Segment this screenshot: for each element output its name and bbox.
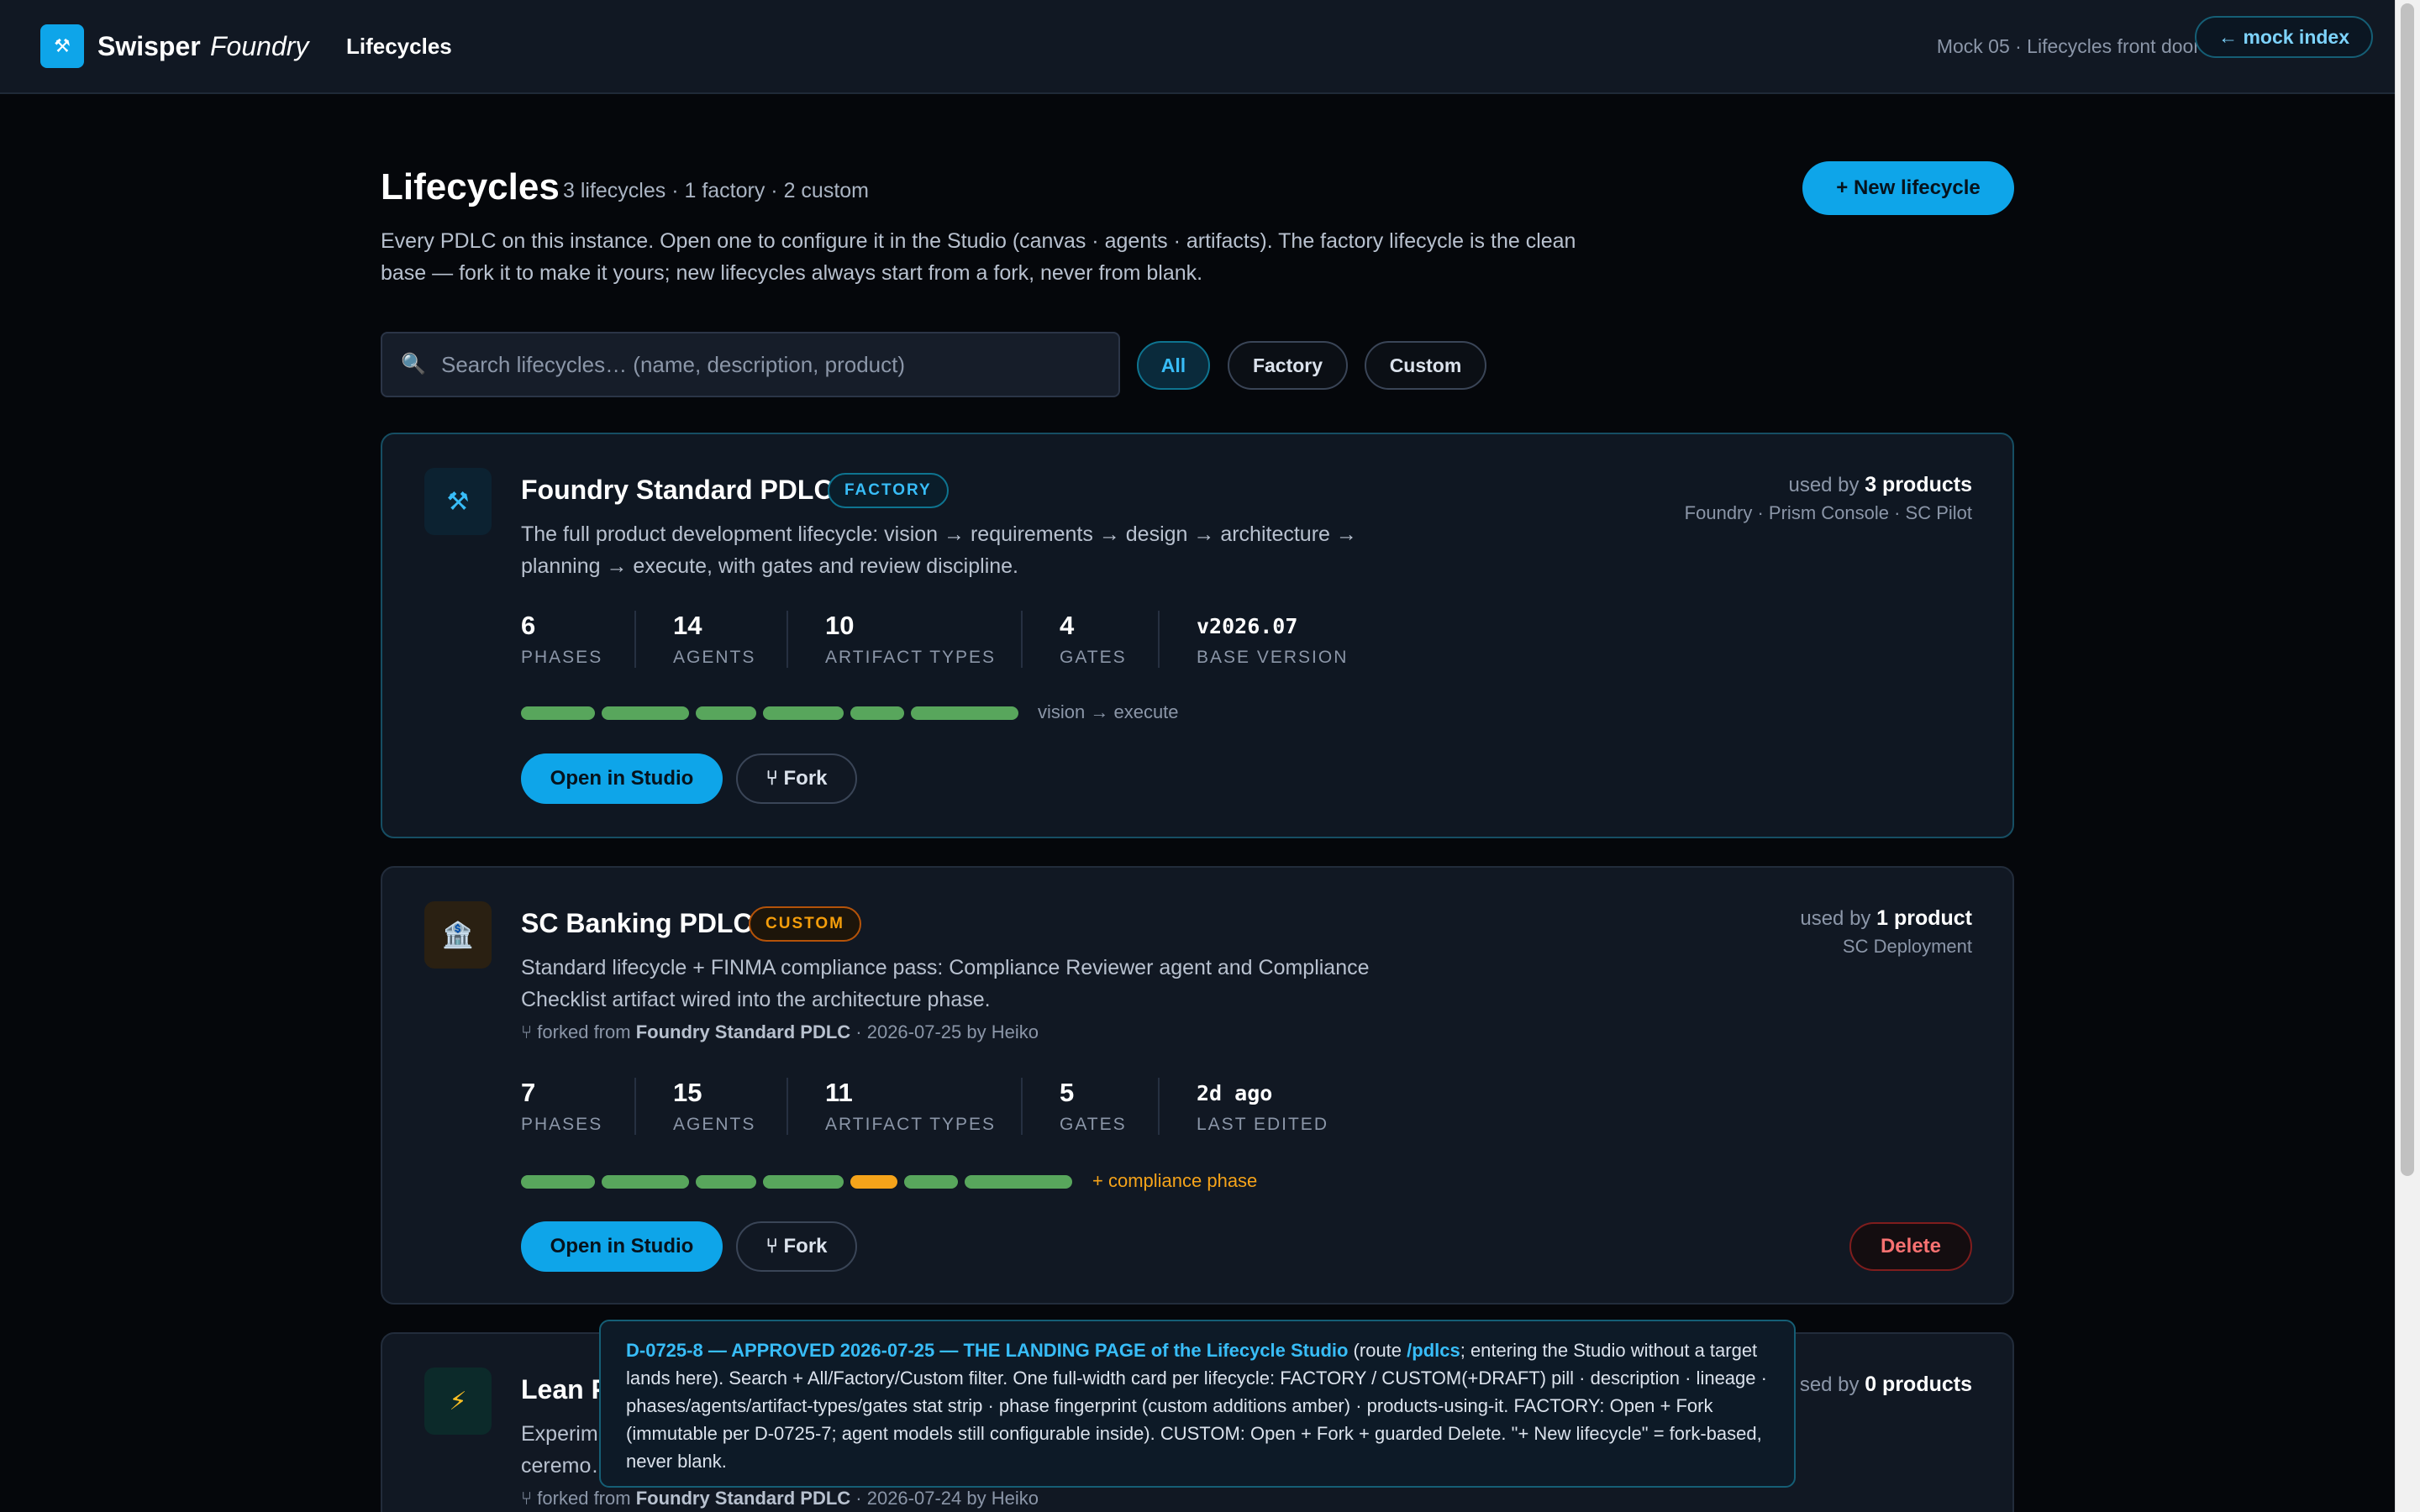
- fingerprint-label: + compliance phase: [1092, 1170, 1258, 1191]
- lifecycle-counts: 3 lifecycles · 1 factory · 2 custom: [563, 179, 870, 202]
- hammer-pick-icon: ⚒: [40, 24, 84, 68]
- lifecycle-card-foundry-standard: ⚒ Foundry Standard PDLC FACTORY The full…: [381, 433, 2014, 838]
- design-note: D-0725-8 — APPROVED 2026-07-25 — THE LAN…: [599, 1320, 1796, 1488]
- phase-segment: [904, 1175, 958, 1189]
- used-by: used by 3 products Foundry · Prism Conso…: [1685, 473, 1972, 524]
- bank-icon: 🏦: [424, 901, 492, 969]
- used-by: sed by 0 products: [1800, 1373, 1972, 1397]
- phase-segment: [521, 706, 595, 720]
- mock-index-button[interactable]: ← mock index: [2195, 16, 2373, 58]
- top-bar: ⚒ Swisper Foundry Lifecycles Mock 05 · L…: [0, 0, 2395, 94]
- stat-phases: 6 PHASES: [521, 611, 603, 667]
- card-title: Lean P: [521, 1374, 609, 1404]
- phase-segment: [850, 706, 904, 720]
- phase-segment: [763, 706, 844, 720]
- card-description: The full product development lifecycle: …: [521, 522, 1357, 578]
- used-by-count: sed by 0 products: [1799, 1373, 1972, 1396]
- stat-agents: 14 AGENTS: [634, 611, 786, 668]
- stat-artifact-types: 11 ARTIFACT TYPES: [786, 1078, 1021, 1135]
- stat-agents: 15 AGENTS: [634, 1078, 786, 1135]
- fork-button[interactable]: ⑂ Fork: [736, 1221, 857, 1272]
- scrollbar-thumb[interactable]: [2401, 3, 2414, 1176]
- used-by-products: Foundry · Prism Console · SC Pilot: [1684, 502, 1972, 523]
- open-in-studio-button[interactable]: Open in Studio: [521, 1221, 723, 1272]
- used-by: used by 1 product SC Deployment: [1800, 906, 1972, 958]
- open-in-studio-button[interactable]: Open in Studio: [521, 753, 723, 804]
- stat-gates: 4 GATES: [1021, 611, 1158, 668]
- phase-segment-custom: [850, 1175, 897, 1189]
- fork-button[interactable]: ⑂ Fork: [736, 753, 857, 804]
- stat-strip: 6 PHASES 14 AGENTS 10 ARTIFACT TYPES 4 G…: [521, 611, 1360, 668]
- hammer-pick-icon: ⚒: [424, 468, 492, 535]
- search-icon: 🔍: [401, 353, 426, 375]
- card-description: Standard lifecycle + FINMA compliance pa…: [521, 956, 1370, 1011]
- phase-segment: [696, 706, 756, 720]
- phase-segment: [602, 706, 689, 720]
- phase-segment: [763, 1175, 844, 1189]
- phase-fingerprint: [521, 706, 1025, 720]
- lineage-source: Foundry Standard PDLC: [635, 1488, 851, 1509]
- stat-gates: 5 GATES: [1021, 1078, 1158, 1135]
- phase-segment: [965, 1175, 1072, 1189]
- custom-badge: CUSTOM: [749, 906, 861, 942]
- brand-subtitle: Foundry: [210, 31, 309, 61]
- card-title: Foundry Standard PDLC: [521, 475, 834, 505]
- filter-all[interactable]: All: [1137, 341, 1210, 390]
- lineage: ⑂ forked from Foundry Standard PDLC · 20…: [521, 1488, 1039, 1509]
- mock-label: Mock 05 · Lifecycles front door: [1936, 35, 2200, 57]
- lightning-icon: ⚡: [424, 1368, 492, 1435]
- factory-badge: FACTORY: [828, 473, 949, 508]
- lineage: ⑂ forked from Foundry Standard PDLC · 20…: [521, 1021, 1039, 1042]
- card-title: SC Banking PDLC: [521, 908, 753, 938]
- page-title: Lifecycles: [381, 166, 560, 207]
- note-route: /pdlcs: [1407, 1340, 1460, 1361]
- new-lifecycle-button[interactable]: + New lifecycle: [1802, 161, 2014, 215]
- used-by-products: SC Deployment: [1842, 936, 1972, 957]
- filter-custom[interactable]: Custom: [1365, 341, 1486, 390]
- stat-base-version: v2026.07 BASE VERSION: [1158, 611, 1360, 668]
- stat-strip: 7 PHASES 15 AGENTS 11 ARTIFACT TYPES 5 G…: [521, 1078, 1360, 1135]
- stat-last-edited: 2d ago LAST EDITED: [1158, 1078, 1360, 1135]
- lifecycle-card-sc-banking: 🏦 SC Banking PDLC CUSTOM Standard lifecy…: [381, 866, 2014, 1305]
- used-by-count: used by 3 products: [1788, 473, 1972, 496]
- stat-artifact-types: 10 ARTIFACT TYPES: [786, 611, 1021, 668]
- phase-segment: [602, 1175, 689, 1189]
- delete-button[interactable]: Delete: [1849, 1222, 1972, 1271]
- note-heading: D-0725-8 — APPROVED 2026-07-25 — THE LAN…: [626, 1340, 1349, 1361]
- fingerprint-label: vision → execute: [1038, 701, 1179, 722]
- brand-name: Swisper: [97, 31, 201, 61]
- used-by-count: used by 1 product: [1800, 906, 1972, 930]
- nav-lifecycles[interactable]: Lifecycles: [346, 34, 452, 60]
- phase-segment: [911, 706, 1018, 720]
- search-input[interactable]: [441, 333, 1105, 396]
- phase-fingerprint: [521, 1175, 1076, 1189]
- page-description: Every PDLC on this instance. Open one to…: [381, 229, 1576, 285]
- phase-segment: [696, 1175, 756, 1189]
- phase-segment: [521, 1175, 595, 1189]
- stat-phases: 7 PHASES: [521, 1078, 603, 1134]
- search-box: 🔍: [381, 332, 1120, 397]
- lineage-source: Foundry Standard PDLC: [635, 1021, 851, 1042]
- filter-factory[interactable]: Factory: [1228, 341, 1348, 390]
